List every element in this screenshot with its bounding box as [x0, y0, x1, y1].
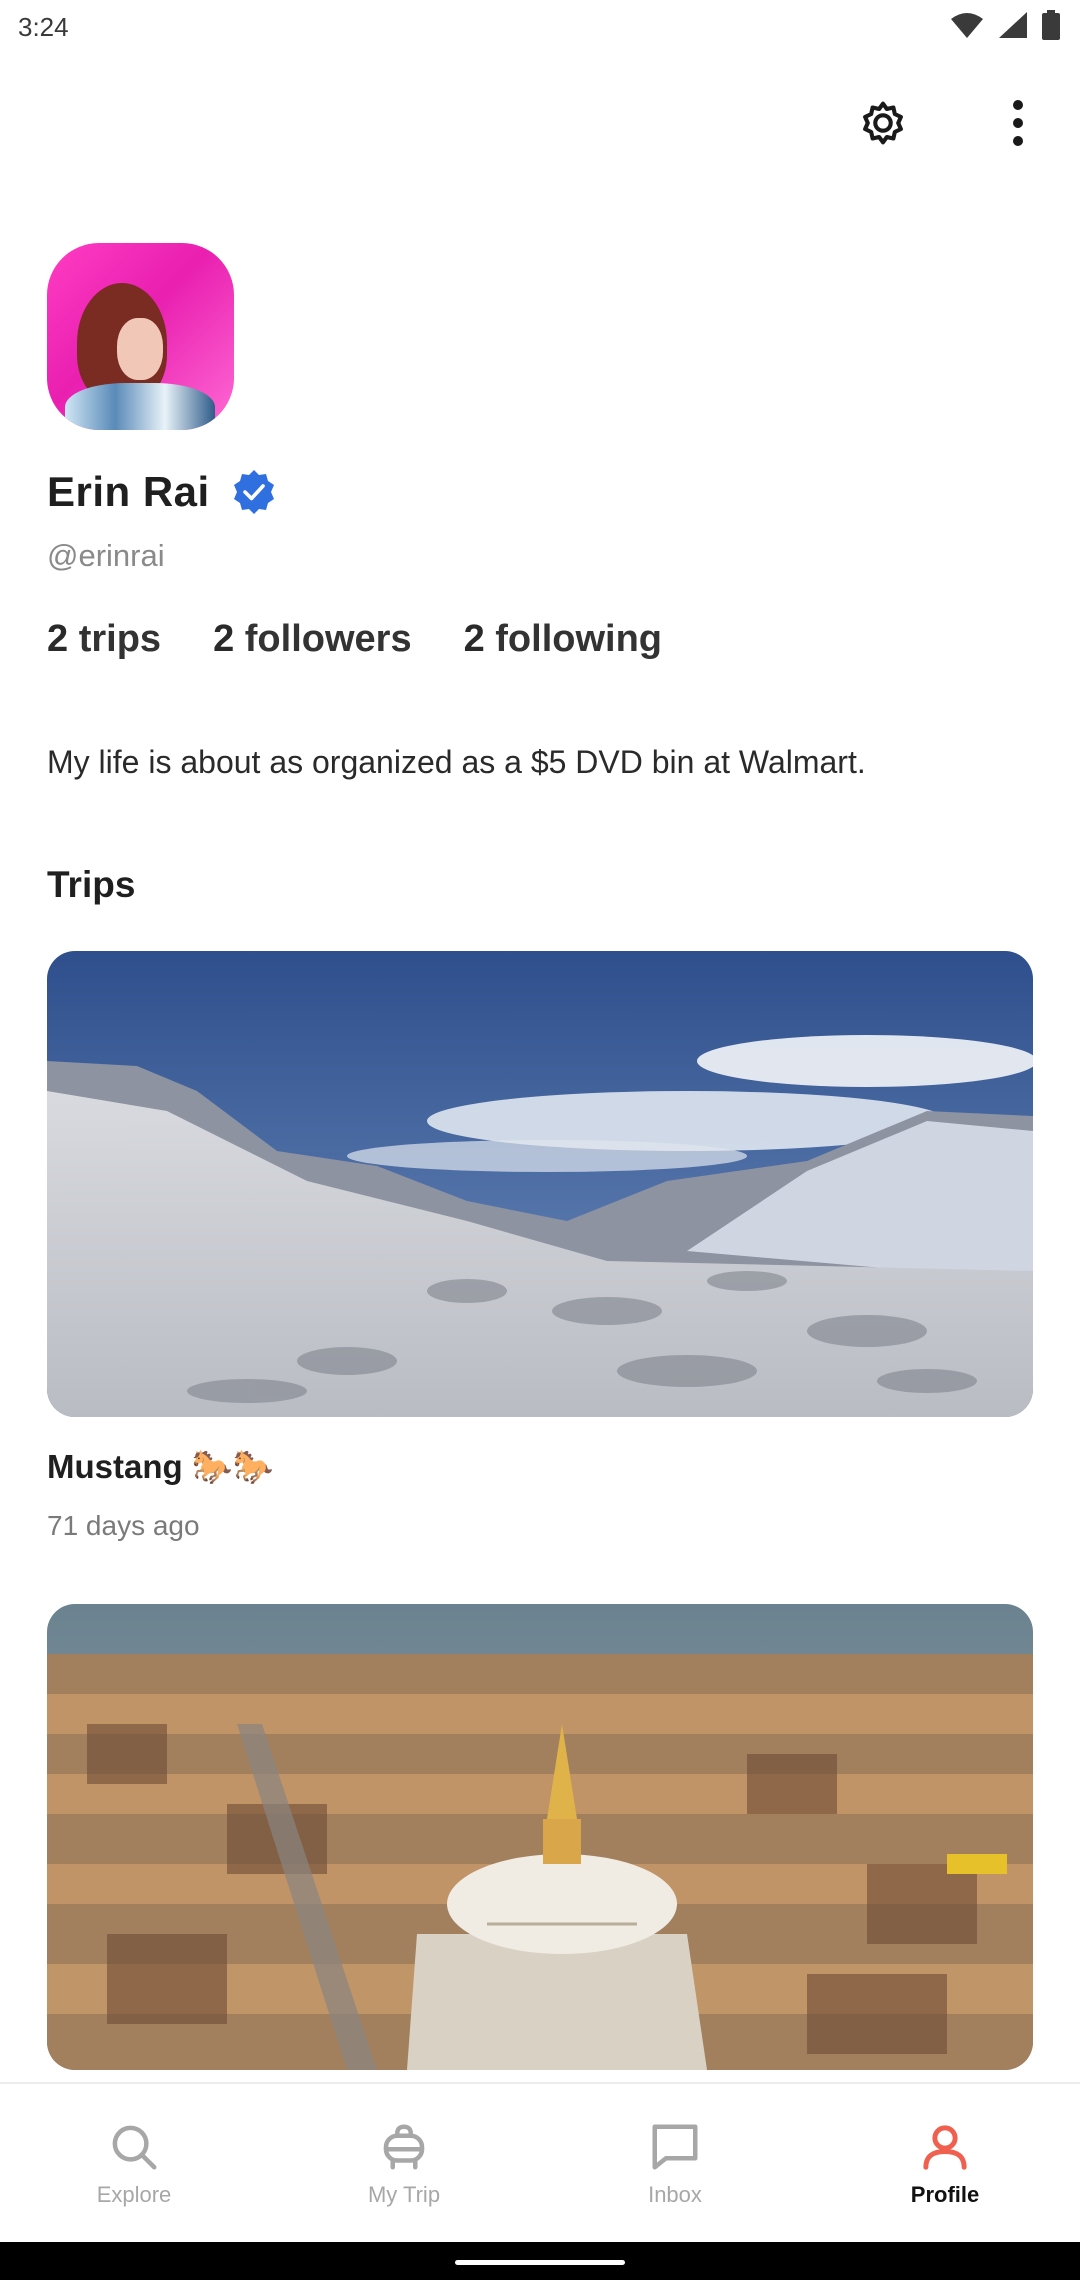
avatar[interactable] — [47, 243, 234, 430]
followers-count: 2 — [213, 618, 235, 660]
profile-handle: @erinrai — [47, 538, 165, 573]
name-row: Erin Rai — [47, 468, 278, 516]
home-gesture-handle[interactable] — [455, 2260, 625, 2265]
more-vertical-icon — [1013, 100, 1023, 146]
trips-count: 2 — [47, 618, 69, 660]
profile-stats: 2 trips 2 followers 2 following — [47, 618, 662, 661]
nav-my-trip[interactable]: My Trip — [304, 2120, 504, 2208]
settings-button[interactable] — [850, 90, 916, 156]
following-count: 2 — [463, 618, 485, 660]
status-time: 3:24 — [18, 12, 69, 42]
trips-stat[interactable]: 2 trips — [47, 618, 161, 661]
following-stat[interactable]: 2 following — [464, 618, 662, 661]
nav-inbox[interactable]: Inbox — [575, 2120, 775, 2208]
avatar-face — [117, 318, 163, 380]
profile-name: Erin Rai — [47, 468, 210, 515]
mountain-snow-image — [47, 951, 1033, 1417]
profile-bio: My life is about as organized as a $5 DV… — [47, 744, 866, 780]
status-icons — [950, 10, 1060, 40]
nav-my-trip-label: My Trip — [367, 2182, 441, 2207]
trips-label: trips — [78, 618, 162, 660]
nav-explore-label: Explore — [96, 2182, 172, 2207]
nav-explore[interactable]: Explore — [34, 2120, 234, 2208]
following-label: following — [495, 618, 663, 660]
trips-section-title: Trips — [47, 864, 136, 905]
luggage-icon — [383, 2124, 425, 2170]
signal-icon — [999, 12, 1027, 38]
system-gesture-bar — [0, 2242, 1080, 2280]
bottom-navigation: Explore My Trip Inbox Profile — [0, 2082, 1080, 2242]
wifi-icon — [951, 13, 983, 38]
trip-date: 71 days ago — [47, 1510, 200, 1541]
trip-card-image[interactable] — [47, 1604, 1033, 2070]
battery-icon — [1042, 10, 1060, 40]
verified-badge-icon — [230, 468, 278, 516]
trip-title[interactable]: Mustang 🐎🐎 — [47, 1448, 274, 1487]
person-icon — [923, 2125, 967, 2170]
avatar-outfit — [65, 383, 215, 430]
chat-icon — [652, 2124, 698, 2170]
nav-inbox-label: Inbox — [648, 2182, 702, 2207]
followers-label: followers — [244, 618, 412, 660]
followers-stat[interactable]: 2 followers — [213, 618, 412, 661]
more-options-button[interactable] — [985, 90, 1051, 156]
trip-card-image[interactable] — [47, 951, 1033, 1417]
city-stupa-image — [47, 1604, 1033, 2070]
status-bar: 3:24 — [0, 0, 1080, 58]
top-actions — [820, 90, 1080, 160]
nav-profile[interactable]: Profile — [845, 2120, 1045, 2208]
nav-profile-label: Profile — [910, 2182, 980, 2207]
gear-icon — [863, 101, 903, 145]
search-icon — [112, 2125, 157, 2170]
